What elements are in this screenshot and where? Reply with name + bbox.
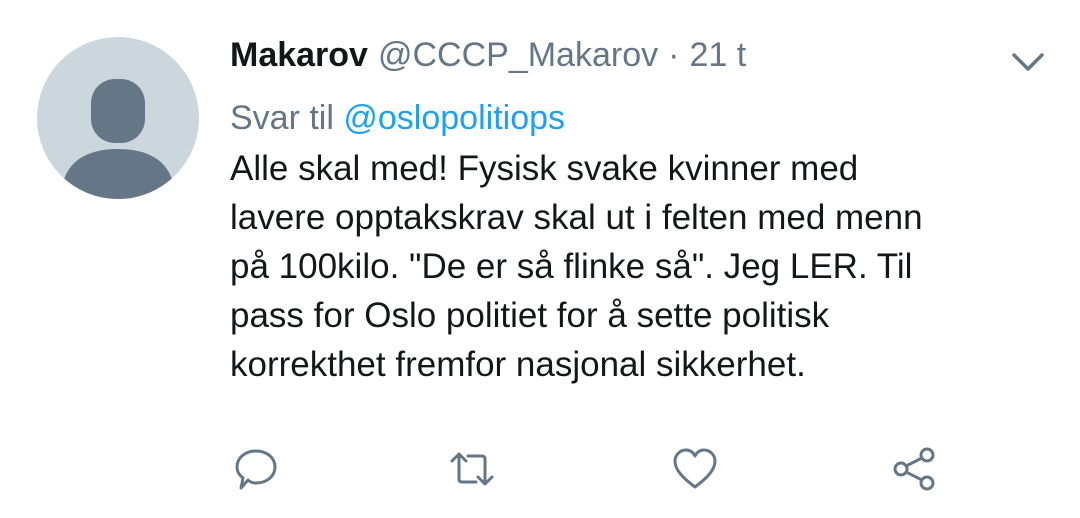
tweet-content: Makarov @CCCP_Makarov · 21 t Svar til @o… [230, 30, 1050, 389]
reply-context: Svar til @oslopolitiops [230, 96, 1050, 140]
avatar[interactable] [37, 37, 199, 199]
reply-icon [235, 449, 277, 490]
tweet-text-line: på 100kilo. "De er så flinke så". Jeg LE… [230, 247, 913, 286]
separator-dot: · [668, 36, 680, 74]
tweet-actions [230, 445, 950, 495]
timestamp[interactable]: 21 t [689, 30, 746, 80]
tweet-text-line: korrekthet fremfor nasjonal sikkerhet. [230, 345, 806, 384]
share-button[interactable] [890, 445, 938, 493]
user-handle[interactable]: @CCCP_Makarov [378, 30, 658, 80]
tweet-text-line: Alle skal med! Fysisk svake kvinner med [230, 149, 859, 188]
default-profile-icon [61, 79, 175, 199]
like-icon [673, 448, 717, 489]
display-name[interactable]: Makarov [230, 30, 368, 80]
retweet-button[interactable] [448, 445, 496, 493]
tweet[interactable]: Makarov @CCCP_Makarov · 21 t Svar til @o… [0, 0, 1080, 518]
reply-button[interactable] [232, 445, 280, 493]
tweet-text: Alle skal med! Fysisk svake kvinner med … [230, 144, 1030, 389]
reply-prefix: Svar til [230, 99, 334, 137]
tweet-text-line: pass for Oslo politiet for å sette polit… [230, 296, 830, 335]
reply-mention-link[interactable]: @oslopolitiops [343, 99, 565, 137]
like-button[interactable] [671, 445, 719, 493]
retweet-icon [450, 452, 494, 486]
tweet-text-line: lavere opptakskrav skal ut i felten med … [230, 198, 923, 237]
tweet-header: Makarov @CCCP_Makarov · 21 t [230, 30, 1050, 80]
share-icon [893, 447, 935, 491]
